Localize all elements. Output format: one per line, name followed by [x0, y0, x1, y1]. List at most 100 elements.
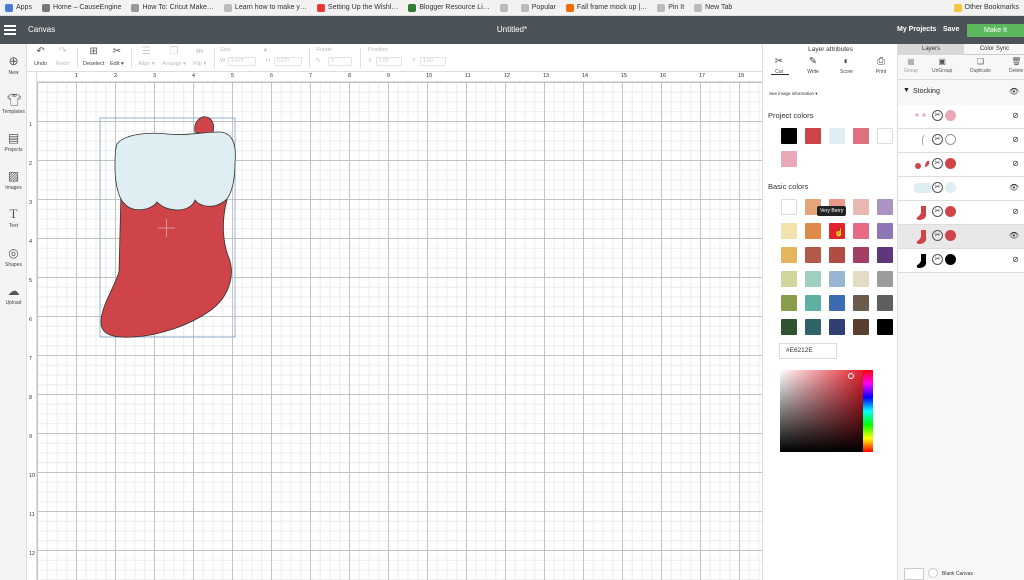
eye-hidden-icon[interactable]: ⊘	[1012, 255, 1019, 264]
scissors-icon[interactable]: ✂	[932, 230, 943, 241]
lock-icon[interactable]: 🔒︎	[264, 47, 267, 54]
ungroup-button[interactable]: ▣ UnGroup	[932, 57, 952, 74]
bookmark-item[interactable]: Setting Up the Wishl…	[312, 0, 403, 15]
basic-color-swatch[interactable]	[805, 223, 821, 239]
bookmark-item[interactable]: Fall frame mock up |…	[561, 0, 652, 15]
y-position-field[interactable]: 1.00	[420, 57, 446, 66]
sidebar-item-images[interactable]: ▨ Images	[0, 169, 27, 191]
sidebar-item-projects[interactable]: ▤ Projects	[0, 131, 27, 153]
layer-color-dot[interactable]	[945, 158, 956, 169]
eye-hidden-icon[interactable]: ⊘	[1012, 135, 1019, 144]
basic-color-swatch[interactable]	[853, 295, 869, 311]
basic-color-swatch[interactable]	[853, 271, 869, 287]
x-position-field[interactable]: 1.00	[376, 57, 402, 66]
sidebar-item-text[interactable]: T Text	[0, 207, 27, 230]
rotate-field[interactable]: 0	[328, 57, 352, 66]
my-projects-link[interactable]: My Projects	[897, 26, 936, 33]
basic-color-swatch[interactable]	[781, 295, 797, 311]
scissors-icon[interactable]: ✂	[932, 110, 943, 121]
layer-row[interactable]: ✂ ⊘	[898, 105, 1024, 129]
layer-color-dot[interactable]	[945, 206, 956, 217]
tab-color-sync[interactable]: Color Sync	[964, 44, 1024, 55]
hue-slider[interactable]	[863, 370, 873, 452]
basic-color-swatch[interactable]	[853, 247, 869, 263]
sidebar-item-upload[interactable]: ☁ Upload	[0, 284, 27, 306]
hex-color-input[interactable]: #E6212E	[779, 343, 837, 359]
layer-row[interactable]: ✂ ⊘	[898, 201, 1024, 225]
document-title[interactable]: Untitled*	[0, 25, 1024, 34]
group-button[interactable]: ▦ Group	[904, 57, 918, 74]
project-color-swatch[interactable]	[829, 128, 845, 144]
print-tool[interactable]: ⎙ Print	[875, 56, 887, 75]
basic-color-swatch[interactable]	[805, 247, 821, 263]
eye-icon[interactable]: 👁︎	[1009, 183, 1019, 192]
scissors-icon[interactable]: ✂	[932, 206, 943, 217]
bookmark-item[interactable]: Blogger Resource Li…	[403, 0, 494, 15]
basic-color-swatch[interactable]	[853, 223, 869, 239]
width-field[interactable]: 3.475	[228, 57, 256, 66]
design-canvas[interactable]: 1 2 3 4 5 6 7 8 9 10 11 12 13 14 15 16 17 18 1 2 3 4 5 6 7 8 9 10 1…	[27, 72, 762, 580]
basic-color-swatch[interactable]	[877, 295, 893, 311]
basic-color-swatch[interactable]	[781, 223, 797, 239]
basic-color-swatch[interactable]	[829, 271, 845, 287]
layer-row[interactable]: ✂ 👁︎	[898, 225, 1024, 249]
basic-color-swatch[interactable]	[877, 199, 893, 215]
basic-color-swatch[interactable]	[805, 319, 821, 335]
basic-color-swatch[interactable]	[781, 247, 797, 263]
flip-dropdown[interactable]: ⇹ Flip ▾	[193, 46, 206, 67]
layer-row[interactable]: ✂ 👁︎	[898, 177, 1024, 201]
basic-color-swatch[interactable]	[829, 295, 845, 311]
bookmark-item[interactable]	[495, 0, 516, 15]
bookmark-item[interactable]: New Tab	[689, 0, 737, 15]
layer-row[interactable]: ✂ ⊘	[898, 129, 1024, 153]
image-info-link[interactable]: See image information ▾	[769, 91, 818, 97]
duplicate-button[interactable]: ❏ Duplicate	[970, 57, 991, 74]
eye-hidden-icon[interactable]: ⊘	[1012, 111, 1019, 120]
basic-color-swatch[interactable]	[853, 199, 869, 215]
chevron-down-icon[interactable]: ▼	[903, 87, 910, 94]
redo-button[interactable]: ↷ Redo	[56, 46, 69, 67]
basic-color-swatch[interactable]	[877, 247, 893, 263]
basic-color-swatch[interactable]	[853, 319, 869, 335]
deselect-button[interactable]: ⊞ Deselect	[83, 46, 104, 67]
stocking-cuff[interactable]	[114, 131, 236, 211]
basic-color-swatch[interactable]	[877, 319, 893, 335]
basic-color-swatch[interactable]	[877, 271, 893, 287]
arrange-dropdown[interactable]: ❐ Arrange ▾	[162, 46, 186, 67]
save-button[interactable]: Save	[943, 26, 959, 33]
project-color-swatch[interactable]	[853, 128, 869, 144]
layer-color-dot[interactable]	[945, 134, 956, 145]
basic-color-swatch[interactable]	[877, 223, 893, 239]
project-color-swatch[interactable]	[877, 128, 893, 144]
bookmark-item[interactable]: How To: Cricut Make…	[126, 0, 218, 15]
sidebar-item-shapes[interactable]: ◎ Shapes	[0, 246, 27, 268]
basic-color-swatch[interactable]	[781, 319, 797, 335]
bookmark-item[interactable]: Popular	[516, 0, 561, 15]
scissors-icon[interactable]: ✂	[932, 254, 943, 265]
bookmark-item[interactable]: Learn how to make y…	[219, 0, 312, 15]
scissors-icon[interactable]: ✂	[932, 158, 943, 169]
eye-hidden-icon[interactable]: ⊘	[1012, 159, 1019, 168]
basic-color-swatch[interactable]	[829, 319, 845, 335]
eye-icon[interactable]: 👁︎	[1009, 231, 1019, 240]
edit-dropdown[interactable]: ✂ Edit ▾	[110, 46, 124, 67]
stocking-design[interactable]	[27, 72, 762, 580]
undo-button[interactable]: ↶ Undo	[34, 46, 47, 67]
blank-canvas-swatch[interactable]	[904, 568, 924, 580]
layer-row[interactable]: ✂ ⊘	[898, 249, 1024, 273]
bookmark-item[interactable]: Home – CauseEngine	[37, 0, 127, 15]
layer-group-stocking[interactable]: ▼ Stocking 👁︎	[898, 84, 1024, 101]
eye-icon[interactable]: 👁︎	[1009, 87, 1019, 96]
layer-color-dot[interactable]	[945, 182, 956, 193]
layer-color-dot[interactable]	[945, 230, 956, 241]
other-bookmarks[interactable]: Other Bookmarks	[948, 0, 1024, 15]
score-tool[interactable]: ◐ Score	[840, 56, 853, 75]
layer-color-dot[interactable]	[945, 110, 956, 121]
basic-color-swatch[interactable]	[781, 271, 797, 287]
color-picker-handle[interactable]	[848, 373, 854, 379]
bookmark-item[interactable]: Pin It	[652, 0, 689, 15]
basic-color-swatch[interactable]	[805, 295, 821, 311]
align-dropdown[interactable]: ☰ Align ▾	[138, 46, 155, 67]
layer-row[interactable]: ✂ ⊘	[898, 153, 1024, 177]
eye-hidden-icon[interactable]: ⊘	[1012, 207, 1019, 216]
